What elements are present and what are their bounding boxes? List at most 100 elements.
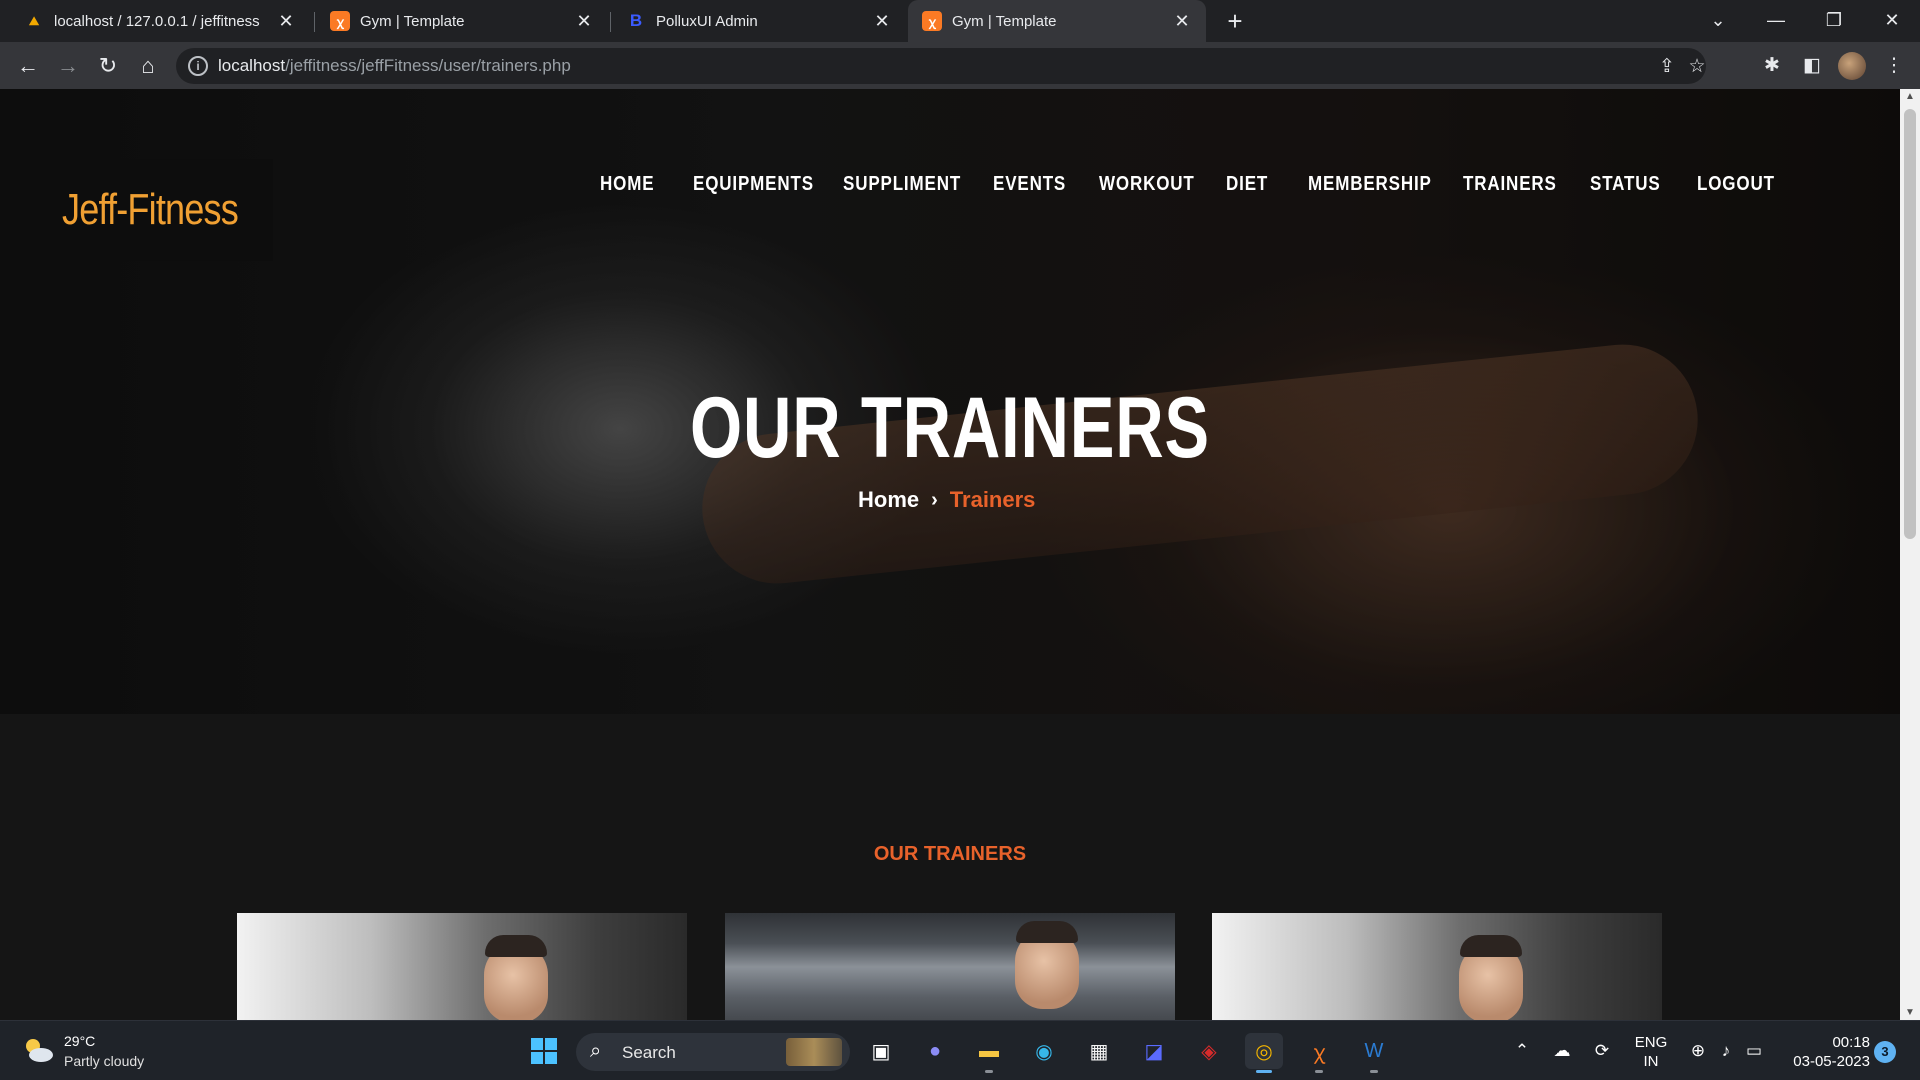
xampp-icon: ꭓ xyxy=(330,11,350,31)
xampp-icon: ꭓ xyxy=(922,11,942,31)
breadcrumb-chevron-icon: › xyxy=(931,488,938,511)
search-label: Search xyxy=(622,1043,676,1062)
trainer-card[interactable] xyxy=(237,913,687,1020)
show-hidden-icons-chevron[interactable]: ⌃ xyxy=(1510,1039,1534,1063)
browser-tab-phpmyadmin[interactable]: ⛰ localhost / 127.0.0.1 / jeffitness ✕ xyxy=(10,0,310,42)
mcafee-icon[interactable]: ◈ xyxy=(1190,1033,1228,1069)
trainer-photo xyxy=(237,913,687,1020)
reload-icon[interactable]: ↻ xyxy=(92,50,124,82)
start-button[interactable] xyxy=(525,1033,563,1069)
browser-tab-gym-template-active[interactable]: ꭓ Gym | Template ✕ xyxy=(908,0,1206,42)
share-icon[interactable]: ⇪ xyxy=(1654,54,1680,80)
close-window-button[interactable]: ✕ xyxy=(1864,0,1920,40)
breadcrumb-home-link[interactable]: Home xyxy=(858,487,919,513)
address-bar[interactable]: i localhost/jeffitness/jeffFitness/user/… xyxy=(176,48,1706,84)
trainer-card[interactable] xyxy=(725,913,1175,1020)
phpmyadmin-icon: ⛰ xyxy=(28,13,40,28)
menu-kebab-icon[interactable]: ⋮ xyxy=(1880,52,1908,80)
tab-title: Gym | Template xyxy=(360,12,465,30)
extensions-puzzle-icon[interactable]: ✱ xyxy=(1758,52,1786,80)
language-region: IN xyxy=(1643,1053,1659,1070)
tab-title: localhost / 127.0.0.1 / jeffitness xyxy=(54,12,260,30)
notification-count-badge[interactable]: 3 xyxy=(1874,1041,1896,1063)
browser-tab-gym-template-1[interactable]: ꭓ Gym | Template ✕ xyxy=(316,0,608,42)
word-icon[interactable]: W xyxy=(1355,1033,1393,1073)
nav-home[interactable]: HOME xyxy=(600,173,654,196)
site-logo[interactable]: Jeff-Fitness xyxy=(62,185,239,235)
url-host: localhost xyxy=(218,56,286,75)
battery-icon[interactable]: ▭ xyxy=(1742,1039,1766,1063)
close-tab-icon[interactable]: ✕ xyxy=(276,11,296,32)
forward-arrow-icon[interactable]: → xyxy=(52,50,84,82)
minimize-button[interactable]: — xyxy=(1748,0,1804,40)
profile-avatar[interactable] xyxy=(1838,52,1866,80)
clock-time: 00:18 xyxy=(1832,1034,1870,1051)
windows-taskbar: 29°C Partly cloudy ⌕ Search ▣ ● ▬ ◉ ▦ ◪ … xyxy=(0,1020,1920,1080)
trainer-hair xyxy=(485,935,547,957)
tab-title: PolluxUI Admin xyxy=(656,12,758,30)
microsoft-store-icon[interactable]: ▦ xyxy=(1080,1033,1118,1069)
browser-toolbar: ← → ↻ ⌂ i localhost/jeffitness/jeffFitne… xyxy=(0,42,1920,89)
nav-equipments[interactable]: EQUIPMENTS xyxy=(693,173,814,196)
breadcrumb: Home › Trainers xyxy=(858,487,1035,513)
nav-status[interactable]: STATUS xyxy=(1590,173,1661,196)
trainer-hair xyxy=(1016,921,1078,943)
browser-tab-strip: ⛰ localhost / 127.0.0.1 / jeffitness ✕ ꭓ… xyxy=(0,0,1920,42)
nav-workout[interactable]: WORKOUT xyxy=(1099,173,1195,196)
page-viewport: Jeff-Fitness HOME EQUIPMENTS SUPPLIMENT … xyxy=(0,89,1900,1020)
close-tab-icon[interactable]: ✕ xyxy=(1172,11,1192,32)
tab-search-chevron-icon[interactable]: ⌄ xyxy=(1690,0,1746,40)
section-title: OUR TRAINERS xyxy=(873,843,1027,865)
search-highlight-image xyxy=(786,1038,842,1066)
edge-icon[interactable]: ◉ xyxy=(1025,1033,1063,1069)
weather-description[interactable]: Partly cloudy xyxy=(64,1053,144,1069)
trainer-photo xyxy=(725,913,1175,1020)
scrollbar-thumb[interactable] xyxy=(1904,109,1916,539)
trainer-hair xyxy=(1460,935,1522,957)
partly-cloudy-icon[interactable] xyxy=(22,1035,54,1065)
side-panel-icon[interactable]: ◧ xyxy=(1798,52,1826,80)
back-arrow-icon[interactable]: ← xyxy=(12,50,44,82)
mathpix-icon[interactable]: ◪ xyxy=(1135,1033,1173,1069)
network-globe-icon[interactable]: ⊕ xyxy=(1686,1039,1710,1063)
weather-temperature[interactable]: 29°C xyxy=(64,1033,95,1049)
url-text[interactable]: localhost/jeffitness/jeffFitness/user/tr… xyxy=(218,56,571,76)
bookmark-star-icon[interactable]: ☆ xyxy=(1684,54,1710,80)
chrome-icon[interactable]: ◎ xyxy=(1245,1033,1283,1073)
sync-icon[interactable]: ⟳ xyxy=(1590,1039,1614,1063)
onedrive-error-icon[interactable]: ☁ xyxy=(1550,1039,1574,1063)
file-explorer-icon[interactable]: ▬ xyxy=(970,1033,1008,1073)
nav-events[interactable]: EVENTS xyxy=(993,173,1066,196)
tab-divider xyxy=(610,12,611,32)
close-tab-icon[interactable]: ✕ xyxy=(574,11,594,32)
windows-logo-icon xyxy=(531,1038,557,1064)
browser-tab-polluxui[interactable]: B PolluxUI Admin ✕ xyxy=(612,0,906,42)
nav-membership[interactable]: MEMBERSHIP xyxy=(1308,173,1432,196)
close-tab-icon[interactable]: ✕ xyxy=(872,11,892,32)
language-code: ENG xyxy=(1634,1034,1668,1051)
task-view-icon[interactable]: ▣ xyxy=(862,1033,900,1069)
taskbar-search[interactable]: ⌕ Search xyxy=(576,1033,850,1071)
page-title: OUR TRAINERS xyxy=(690,380,1210,476)
breadcrumb-current: Trainers xyxy=(949,487,1036,512)
new-tab-button[interactable]: + xyxy=(1220,6,1250,36)
scroll-down-arrow-icon[interactable]: ▼ xyxy=(1900,1007,1920,1018)
nav-logout[interactable]: LOGOUT xyxy=(1697,173,1775,196)
site-info-icon[interactable]: i xyxy=(188,56,208,76)
trainer-card[interactable] xyxy=(1212,913,1662,1020)
clock-date: 03-05-2023 xyxy=(1793,1053,1870,1070)
scroll-up-arrow-icon[interactable]: ▲ xyxy=(1900,91,1920,102)
home-icon[interactable]: ⌂ xyxy=(132,50,164,82)
page-scrollbar[interactable]: ▲ ▼ xyxy=(1900,89,1920,1020)
xampp-icon[interactable]: ꭓ xyxy=(1300,1033,1338,1073)
tab-title: Gym | Template xyxy=(952,12,1057,30)
nav-suppliment[interactable]: SUPPLIMENT xyxy=(843,173,961,196)
teams-chat-icon[interactable]: ● xyxy=(916,1033,954,1069)
tab-divider xyxy=(314,12,315,32)
volume-icon[interactable]: ♪ xyxy=(1714,1039,1738,1063)
clock[interactable]: 00:18 03-05-2023 xyxy=(1780,1033,1870,1071)
nav-trainers[interactable]: TRAINERS xyxy=(1463,173,1557,196)
restore-button[interactable]: ❐ xyxy=(1806,0,1862,40)
language-indicator[interactable]: ENG IN xyxy=(1630,1033,1672,1071)
nav-diet[interactable]: DIET xyxy=(1226,173,1268,196)
